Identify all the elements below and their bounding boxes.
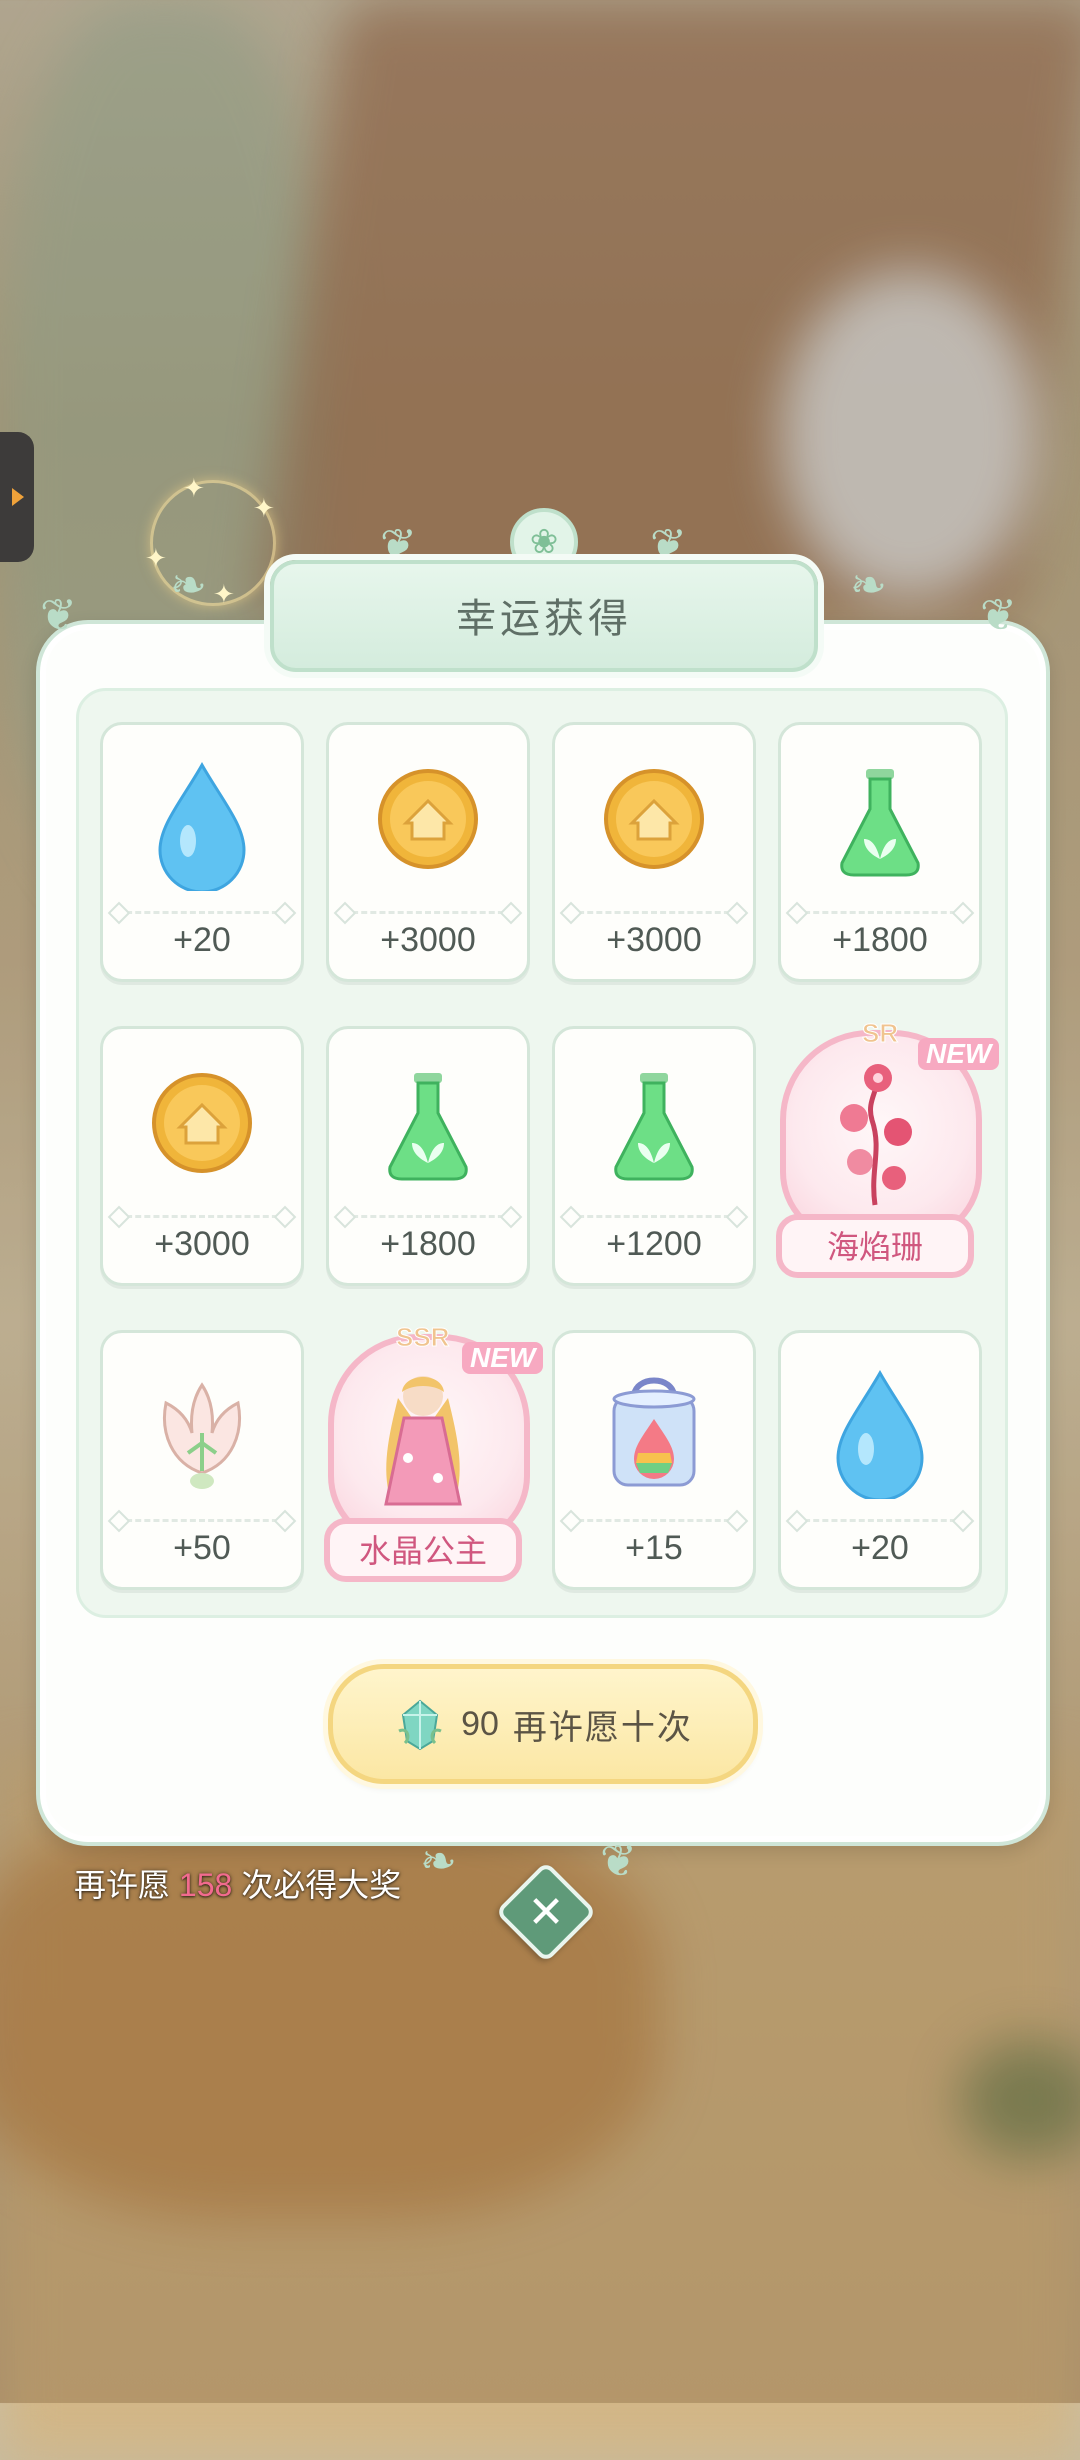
new-badge: NEW bbox=[918, 1038, 1000, 1070]
gem-icon bbox=[398, 1699, 442, 1751]
pity-hint-suffix: 次必得大奖 bbox=[241, 1867, 402, 1903]
vine-decoration-icon: ❦ bbox=[40, 591, 77, 640]
reward-name: 水晶公主 bbox=[358, 1533, 487, 1569]
water-drop-icon bbox=[158, 761, 246, 891]
reward-card[interactable]: +20 bbox=[100, 722, 304, 982]
green-flask-icon bbox=[840, 769, 920, 877]
pity-hint: 再许愿 158 次必得大奖 bbox=[74, 1860, 401, 1906]
vine-decoration-icon: ❧ bbox=[420, 1837, 457, 1886]
reward-card[interactable]: +3000 bbox=[552, 722, 756, 982]
vine-decoration-icon: ❧ bbox=[170, 561, 207, 610]
reward-amount: +3000 bbox=[154, 1225, 250, 1263]
close-icon[interactable]: ✕ bbox=[510, 1876, 582, 1948]
wish-button-label: 再许愿十次 bbox=[512, 1708, 693, 1747]
reward-card[interactable]: +3000 bbox=[326, 722, 530, 982]
gold-coin-icon bbox=[152, 1073, 252, 1173]
crystal-princess-icon bbox=[384, 1376, 462, 1506]
pity-hint-prefix: 再许愿 bbox=[74, 1867, 171, 1903]
pity-count: 158 bbox=[178, 1867, 233, 1903]
green-flask-icon bbox=[614, 1073, 694, 1181]
reward-card[interactable]: +1800 bbox=[326, 1026, 530, 1286]
reward-amount: +50 bbox=[173, 1529, 231, 1567]
new-badge: NEW bbox=[462, 1342, 544, 1374]
vine-decoration-icon: ❦ bbox=[600, 1837, 637, 1886]
reward-amount: +3000 bbox=[606, 921, 702, 959]
gold-coin-icon bbox=[378, 769, 478, 869]
vine-decoration-icon: ❧ bbox=[850, 561, 887, 610]
side-drawer-tab[interactable] bbox=[0, 432, 34, 562]
reward-card[interactable]: +50 bbox=[100, 1330, 304, 1590]
reward-card[interactable]: +20 bbox=[778, 1330, 982, 1590]
reward-name: 海焰珊 bbox=[826, 1229, 923, 1265]
rarity-label: SR bbox=[861, 1018, 899, 1049]
wish-cost: 90 bbox=[461, 1704, 499, 1743]
reward-card-sr[interactable]: 海焰珊 SR NEW bbox=[776, 1018, 1000, 1278]
vine-decoration-icon: ❦ bbox=[980, 591, 1017, 640]
title-plate: 幸运获得 bbox=[270, 560, 818, 672]
green-flask-icon bbox=[388, 1073, 468, 1181]
reward-amount: +3000 bbox=[380, 921, 476, 959]
rainbow-jar-icon bbox=[612, 1377, 696, 1487]
gold-coin-icon bbox=[604, 769, 704, 869]
lotus-lamp-icon bbox=[163, 1382, 241, 1489]
reward-amount: +1200 bbox=[606, 1225, 702, 1263]
wish-again-button[interactable]: 90 再许愿十次 bbox=[328, 1664, 758, 1784]
coral-flower-icon bbox=[840, 1064, 912, 1206]
reward-card[interactable]: +1200 bbox=[552, 1026, 756, 1286]
panel-title: 幸运获得 bbox=[456, 597, 632, 641]
reward-amount: +20 bbox=[851, 1529, 909, 1567]
reward-amount: +15 bbox=[625, 1529, 683, 1567]
reward-card[interactable]: +1800 bbox=[778, 722, 982, 982]
water-drop-icon bbox=[836, 1369, 924, 1499]
sparkle-ring-icon: ✦ ✦ ✦ ✦ bbox=[145, 473, 276, 609]
reward-amount: +1800 bbox=[832, 921, 928, 959]
reward-amount: +1800 bbox=[380, 1225, 476, 1263]
reward-amount: +20 bbox=[173, 921, 231, 959]
rarity-label: SSR bbox=[395, 1322, 450, 1353]
reward-card[interactable]: +15 bbox=[552, 1330, 756, 1590]
reward-card-ssr[interactable]: 水晶公主 SSR NEW bbox=[324, 1322, 544, 1582]
reward-card[interactable]: +3000 bbox=[100, 1026, 304, 1286]
